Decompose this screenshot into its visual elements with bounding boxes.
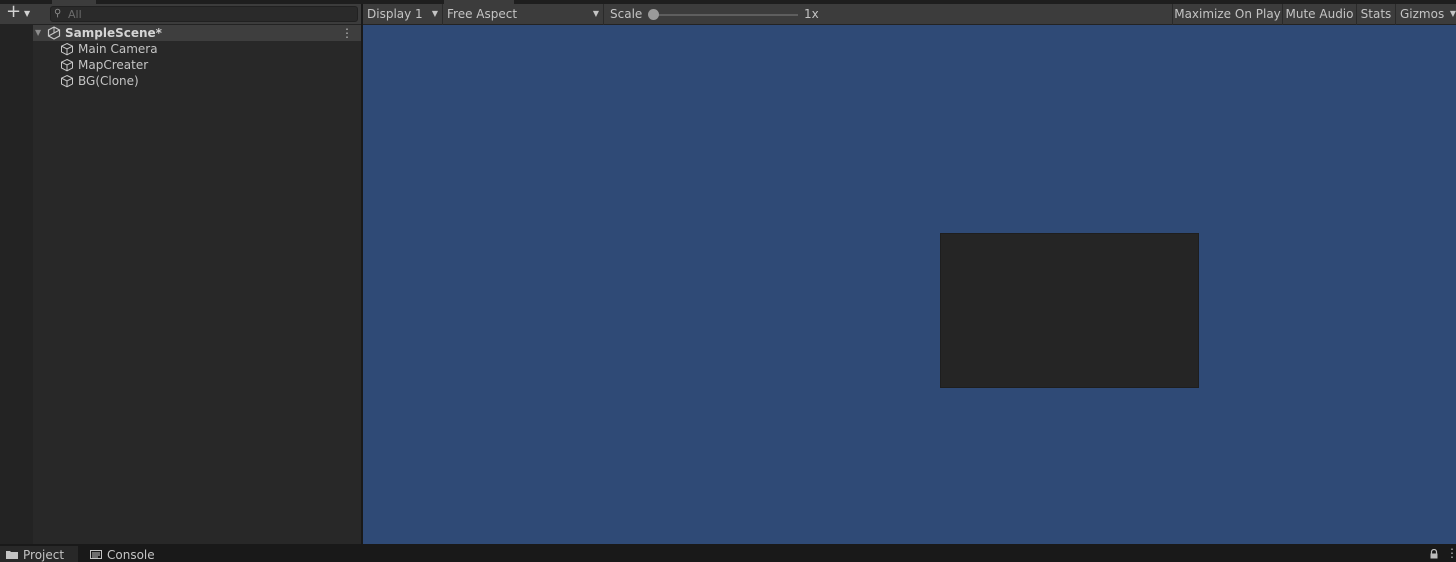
gameobject-cube-icon [61,42,73,56]
lock-icon[interactable] [1429,549,1439,559]
tab-project-label: Project [23,548,65,562]
hierarchy-item-label: BG(Clone) [78,74,139,88]
chevron-down-icon: ▼ [592,9,599,18]
chevron-down-icon: ▼ [1449,9,1456,18]
hierarchy-item[interactable]: Main Camera [33,41,361,57]
hierarchy-toolbar: + ▼ ⚲ [0,1,361,25]
gizmos-dropdown[interactable]: Gizmos ▼ [1395,4,1456,25]
folder-icon [6,551,18,559]
scale-label: Scale [610,7,643,21]
stats-label: Stats [1360,7,1392,21]
maximize-on-play-label: Maximize On Play [1174,7,1281,21]
hierarchy-item-label: MapCreater [78,58,149,72]
console-icon [90,550,102,559]
scale-slider-thumb[interactable] [648,9,659,20]
aspect-label: Free Aspect [447,7,518,21]
chevron-down-icon: ▼ [431,9,438,18]
hierarchy-item[interactable]: BG(Clone) [33,73,361,89]
gizmos-label: Gizmos [1400,7,1445,21]
gameobject-cube-icon [61,58,73,72]
hierarchy-search[interactable]: ⚲ [50,6,358,22]
search-icon: ⚲ [54,8,62,19]
more-options-icon[interactable]: ⋮ [1446,546,1456,560]
game-toolbar: Display 1 ▼ Free Aspect ▼ Scale 1x Maxim… [363,4,1456,25]
scale-value: 1x [804,7,819,21]
add-object-button[interactable]: + ▼ [5,1,35,23]
hierarchy-list: ▼ SampleScene* ⋮ Main Camera MapCreater [33,25,361,544]
hierarchy-item[interactable]: MapCreater [33,57,361,73]
hierarchy-item-label: Main Camera [78,42,158,56]
scene-name: SampleScene* [65,26,162,40]
gameobject-cube-icon [61,74,73,88]
tab-console[interactable]: Console [84,546,162,562]
stats-button[interactable]: Stats [1356,4,1395,25]
tab-project[interactable]: Project [0,546,78,562]
unity-scene-icon [47,26,61,40]
display-label: Display 1 [367,7,423,21]
fold-arrow-icon[interactable]: ▼ [35,28,41,38]
bottom-panel-tabs: Project Console ⋮ [0,544,1456,562]
scene-row[interactable]: ▼ SampleScene* ⋮ [33,25,361,41]
hierarchy-panel: + ▼ ⚲ ▼ SampleScene* ⋮ Main Camera [0,1,361,544]
plus-icon: + [6,1,22,22]
maximize-on-play-button[interactable]: Maximize On Play [1172,4,1282,25]
scene-menu-icon[interactable]: ⋮ [341,26,353,40]
mute-audio-label: Mute Audio [1285,7,1354,21]
game-view[interactable]: Display 1 ▼ Free Aspect ▼ Scale 1x Maxim… [363,4,1456,544]
tab-console-label: Console [107,548,155,562]
hierarchy-gutter [0,25,33,544]
hierarchy-search-input[interactable] [68,7,353,21]
game-object-rect [940,233,1199,388]
mute-audio-button[interactable]: Mute Audio [1282,4,1356,25]
display-dropdown[interactable]: Display 1 ▼ [363,4,443,25]
aspect-dropdown[interactable]: Free Aspect ▼ [443,4,604,25]
scale-slider-track[interactable] [652,14,798,16]
chevron-down-icon: ▼ [24,9,31,18]
